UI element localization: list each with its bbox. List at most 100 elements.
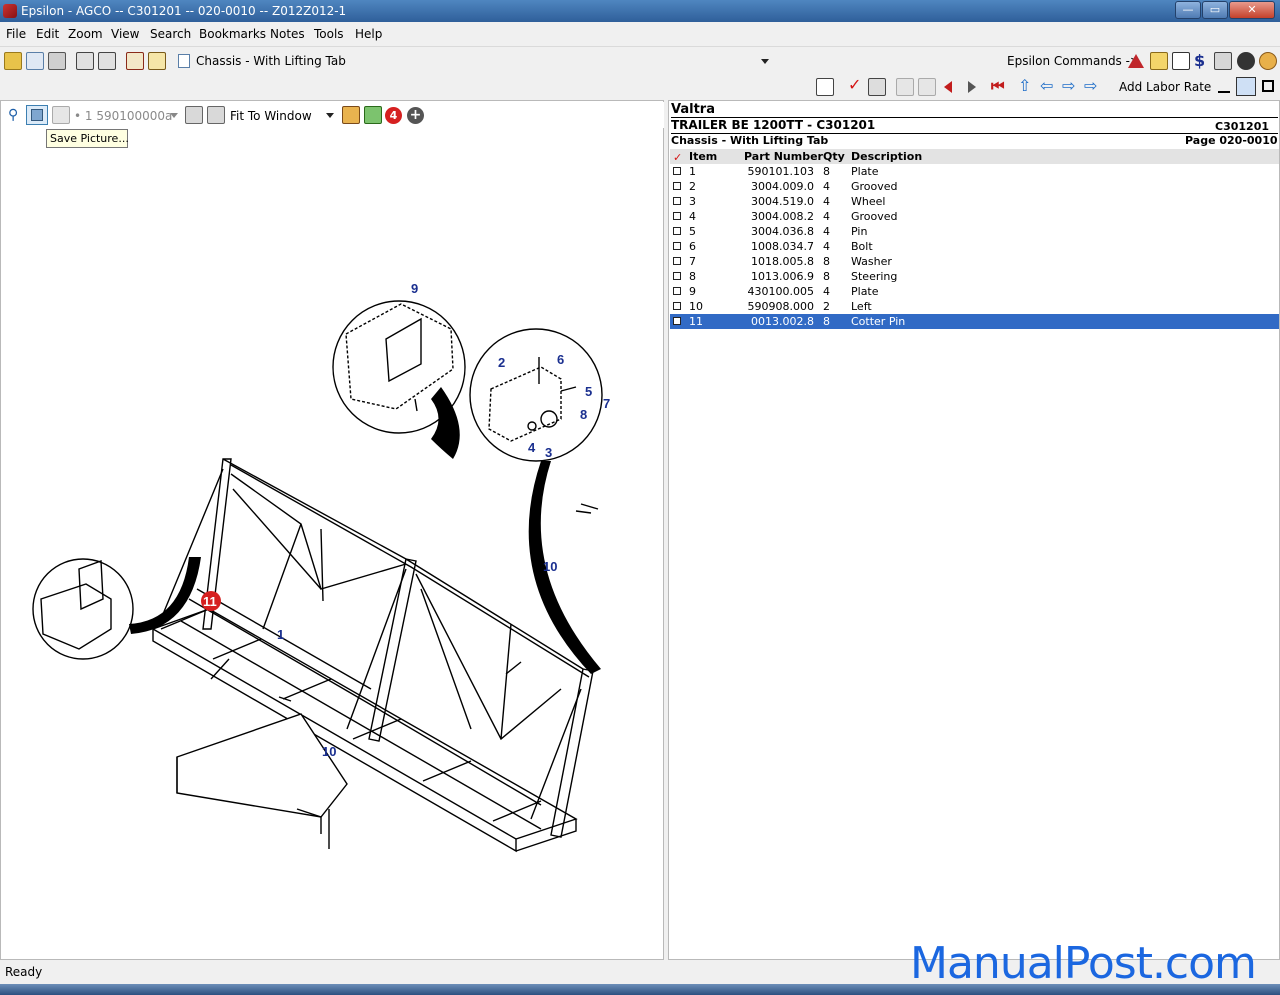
agco-logo-icon[interactable]: [1128, 54, 1144, 68]
add-labor-rate-button[interactable]: Add Labor Rate: [1119, 80, 1211, 94]
table-row[interactable]: 10 590908.000 2 Left: [670, 299, 1279, 314]
callout-4[interactable]: 4: [528, 440, 536, 455]
print-preview-icon[interactable]: [76, 52, 94, 70]
row-checkbox[interactable]: [673, 257, 681, 265]
row-checkbox[interactable]: [673, 182, 681, 190]
table-row[interactable]: 1 590101.103 8 Plate: [670, 164, 1279, 179]
column-qty[interactable]: Qty: [823, 150, 845, 163]
row-checkbox[interactable]: [673, 317, 681, 325]
row-checkbox[interactable]: [673, 287, 681, 295]
last-arrow-icon[interactable]: ⇨: [1084, 76, 1097, 95]
page-combo[interactable]: • 1 590100000a: [74, 109, 172, 123]
callout-8[interactable]: 8: [580, 407, 587, 422]
table-row[interactable]: 3 3004.519.0 4 Wheel: [670, 194, 1279, 209]
minimize-button[interactable]: —: [1175, 1, 1201, 19]
table-row[interactable]: 4 3004.008.2 4 Grooved: [670, 209, 1279, 224]
row-checkbox[interactable]: [673, 227, 681, 235]
chevron-down-icon[interactable]: [326, 113, 334, 118]
chevron-down-icon[interactable]: [761, 59, 769, 64]
maximize-pane-icon[interactable]: [1262, 80, 1274, 92]
table-row[interactable]: 5 3004.036.8 4 Pin: [670, 224, 1279, 239]
arrow-left-icon[interactable]: ⇦: [1040, 76, 1053, 95]
next-icon[interactable]: [968, 81, 976, 93]
close-button[interactable]: ✕: [1229, 1, 1275, 19]
table-row[interactable]: 7 1018.005.8 8 Washer: [670, 254, 1279, 269]
callout-7[interactable]: 7: [603, 396, 610, 411]
row-checkbox[interactable]: [673, 242, 681, 250]
menu-bar: File Edit Zoom View Search Bookmarks Not…: [0, 23, 1280, 45]
print-setup-icon[interactable]: [207, 106, 225, 124]
checkmark-icon[interactable]: ✓: [848, 75, 861, 94]
restore-pane-icon[interactable]: [1236, 77, 1256, 96]
callout-10-bottom[interactable]: 10: [322, 744, 336, 759]
check-all-icon[interactable]: ✓: [673, 151, 682, 164]
callout-5[interactable]: 5: [585, 384, 592, 399]
maximize-button[interactable]: ▭: [1202, 1, 1228, 19]
menu-tools[interactable]: Tools: [314, 27, 344, 41]
open-folder-icon[interactable]: [4, 52, 22, 70]
print-image-icon[interactable]: [185, 106, 203, 124]
callout-6[interactable]: 6: [557, 352, 564, 367]
print-icon[interactable]: [48, 52, 66, 70]
magnifier-icon[interactable]: ⚲: [8, 107, 18, 123]
menu-notes[interactable]: Notes: [270, 27, 305, 41]
menu-bookmarks[interactable]: Bookmarks: [199, 27, 266, 41]
user-icon[interactable]: [1259, 52, 1277, 70]
notes-icon[interactable]: [816, 78, 834, 96]
row-checkbox[interactable]: [673, 212, 681, 220]
menu-file[interactable]: File: [6, 27, 26, 41]
cell-qty: 2: [823, 300, 830, 313]
link-icon[interactable]: [896, 78, 914, 96]
table-row[interactable]: 6 1008.034.7 4 Bolt: [670, 239, 1279, 254]
table-row[interactable]: 2 3004.009.0 4 Grooved: [670, 179, 1279, 194]
callout-3[interactable]: 3: [545, 445, 552, 460]
arrow-right-icon[interactable]: ⇨: [1062, 76, 1075, 95]
chevron-down-icon[interactable]: [170, 113, 178, 118]
print-list-icon[interactable]: [1214, 52, 1232, 70]
hierarchy-icon[interactable]: [1172, 52, 1190, 70]
print-all-icon[interactable]: [98, 52, 116, 70]
refresh-page-icon[interactable]: [26, 52, 44, 70]
save-picture-button[interactable]: [26, 105, 48, 125]
refresh-image-icon[interactable]: [364, 106, 382, 124]
minimize-pane-icon[interactable]: [1218, 79, 1230, 93]
parts-icon[interactable]: [1150, 52, 1168, 70]
unlink-icon[interactable]: [918, 78, 936, 96]
first-page-icon[interactable]: ⏮: [991, 77, 1005, 95]
zoom-combo[interactable]: Fit To Window: [230, 109, 312, 123]
column-item[interactable]: Item: [689, 150, 717, 163]
menu-edit[interactable]: Edit: [36, 27, 59, 41]
menu-zoom[interactable]: Zoom: [68, 27, 103, 41]
column-part-number[interactable]: Part Number: [744, 150, 823, 163]
menu-search[interactable]: Search: [150, 27, 191, 41]
document-combo[interactable]: Chassis - With Lifting Tab: [174, 51, 774, 71]
menu-help[interactable]: Help: [355, 27, 382, 41]
document-combo-label: Chassis - With Lifting Tab: [196, 54, 346, 68]
column-description[interactable]: Description: [851, 150, 922, 163]
info-icon[interactable]: [1237, 52, 1255, 70]
hotspot-icon[interactable]: [342, 106, 360, 124]
cell-part-number: 3004.009.0: [751, 180, 814, 193]
table-row[interactable]: 8 1013.006.9 8 Steering: [670, 269, 1279, 284]
callout-count-badge[interactable]: 4: [385, 107, 402, 124]
table-row[interactable]: 11 0013.002.8 8 Cotter Pin: [670, 314, 1279, 329]
row-checkbox[interactable]: [673, 167, 681, 175]
menu-view[interactable]: View: [111, 27, 139, 41]
callout-11[interactable]: 11: [203, 594, 217, 609]
arrow-up-icon[interactable]: ⇧: [1018, 76, 1031, 95]
table-row[interactable]: 9 430100.005 4 Plate: [670, 284, 1279, 299]
cart-icon[interactable]: [868, 78, 886, 96]
callout-2[interactable]: 2: [498, 355, 505, 370]
bookmark-book-icon[interactable]: [148, 52, 166, 70]
book-icon[interactable]: [126, 52, 144, 70]
dollar-icon[interactable]: $: [1194, 51, 1205, 70]
callout-9[interactable]: 9: [411, 281, 418, 296]
row-checkbox[interactable]: [673, 197, 681, 205]
image-icon[interactable]: [52, 106, 70, 124]
row-checkbox[interactable]: [673, 272, 681, 280]
previous-icon[interactable]: [944, 81, 952, 93]
callout-1[interactable]: 1: [277, 627, 284, 642]
row-checkbox[interactable]: [673, 302, 681, 310]
add-icon[interactable]: +: [407, 107, 424, 124]
callout-10-top[interactable]: 10: [543, 559, 557, 574]
